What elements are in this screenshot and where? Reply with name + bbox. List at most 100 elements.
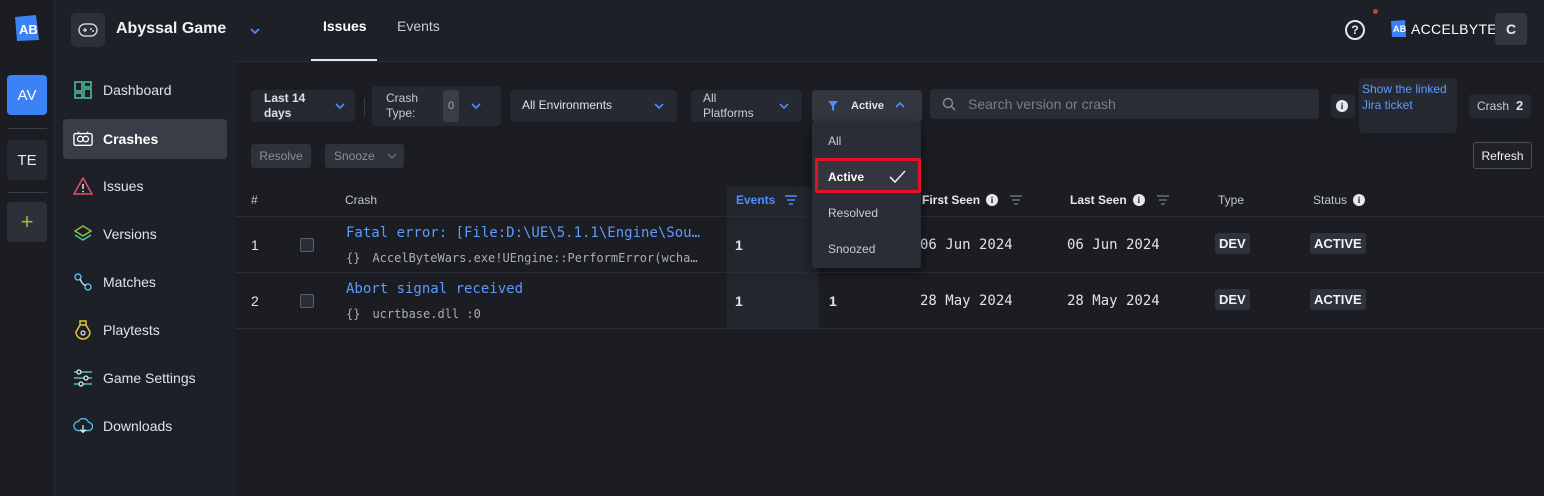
dropdown-option-resolved[interactable]: Resolved bbox=[828, 206, 878, 220]
game-name: Abyssal Game bbox=[116, 20, 227, 37]
crash-count: Crash 2 bbox=[1469, 94, 1531, 118]
divider bbox=[8, 192, 47, 193]
snooze-button[interactable]: Snooze bbox=[325, 144, 404, 168]
code-braces-icon: {} bbox=[346, 251, 361, 265]
matches-icon bbox=[73, 272, 93, 292]
divider bbox=[8, 128, 47, 129]
col-header-num: # bbox=[251, 193, 258, 207]
col-header-status-label: Status bbox=[1313, 193, 1348, 207]
dropdown-option-all[interactable]: All bbox=[828, 134, 841, 148]
sidebar-item-label: Versions bbox=[103, 226, 157, 242]
last-seen: 06 Jun 2024 bbox=[1067, 237, 1160, 253]
resolve-button[interactable]: Resolve bbox=[251, 144, 311, 168]
sidebar-item-crashes[interactable]: Crashes bbox=[63, 119, 227, 159]
sliders-icon bbox=[73, 368, 93, 388]
status-badge: ACTIVE bbox=[1310, 289, 1366, 310]
date-range-select[interactable]: Last 14 days bbox=[251, 90, 355, 122]
avatar[interactable]: C bbox=[1495, 13, 1527, 45]
workspace-rail: AB AV TE + bbox=[0, 0, 55, 496]
cloud-download-icon bbox=[73, 416, 93, 436]
sort-icon[interactable] bbox=[785, 195, 798, 205]
chevron-down-icon bbox=[654, 103, 664, 110]
chevron-down-icon bbox=[779, 103, 789, 110]
crash-type-count: 0 bbox=[443, 90, 459, 122]
search-input[interactable]: Search version or crash bbox=[930, 89, 1319, 119]
crash-type-label: Crash Type: bbox=[386, 91, 419, 120]
dropdown-option-snoozed[interactable]: Snoozed bbox=[828, 242, 875, 256]
top-bar: Issues Events ? AB ACCELBYTE C bbox=[235, 0, 1544, 62]
col-header-events[interactable]: Events bbox=[736, 193, 798, 207]
workspace-av-button[interactable]: AV bbox=[7, 75, 47, 115]
brand-name: ACCELBYTE bbox=[1411, 20, 1497, 37]
accelbyte-logo-icon[interactable]: AB bbox=[14, 14, 40, 42]
date-range-value: Last 14 days bbox=[264, 91, 306, 120]
jira-link-text[interactable]: Show the linked Jira ticket bbox=[1362, 81, 1452, 113]
sort-icon[interactable] bbox=[1156, 195, 1169, 205]
layers-icon bbox=[73, 224, 93, 244]
potion-icon bbox=[73, 320, 93, 340]
status-value: Active bbox=[851, 100, 885, 112]
active-tab-indicator bbox=[311, 59, 377, 61]
col-header-last-seen-label: Last Seen bbox=[1070, 193, 1127, 207]
sidebar-item-downloads[interactable]: Downloads bbox=[63, 406, 227, 446]
crash-subtitle: AccelByteWars.exe!UEngine::PerformError(… bbox=[372, 251, 698, 265]
crash-title-link[interactable]: Abort signal received bbox=[346, 281, 718, 297]
sidebar: Abyssal Game Dashboard Crashes Issues Ve… bbox=[55, 0, 235, 496]
col-header-status: Status i bbox=[1313, 193, 1366, 207]
workspace-te-button[interactable]: TE bbox=[7, 140, 47, 180]
game-selector[interactable]: Abyssal Game bbox=[55, 0, 235, 62]
crash-title-link[interactable]: Fatal error: [File:D:\UE\5.1.1\Engine\So… bbox=[346, 225, 718, 241]
sidebar-item-issues[interactable]: Issues bbox=[63, 166, 227, 206]
sidebar-item-playtests[interactable]: Playtests bbox=[63, 310, 227, 350]
svg-text:AB: AB bbox=[1393, 24, 1407, 34]
sidebar-item-label: Game Settings bbox=[103, 370, 196, 386]
first-seen: 06 Jun 2024 bbox=[920, 237, 1013, 253]
users-count: 1 bbox=[829, 293, 837, 309]
tab-issues[interactable]: Issues bbox=[323, 18, 367, 34]
info-icon: i bbox=[1353, 194, 1366, 206]
search-placeholder: Search version or crash bbox=[968, 96, 1116, 112]
col-header-last-seen[interactable]: Last Seen i bbox=[1070, 193, 1169, 207]
chevron-down-icon bbox=[335, 103, 345, 110]
table-row[interactable]: 2 Abort signal received {} ucrtbase.dll :… bbox=[235, 273, 1544, 329]
sidebar-item-label: Playtests bbox=[103, 322, 160, 338]
first-seen: 28 May 2024 bbox=[920, 293, 1013, 309]
svg-text:AB: AB bbox=[19, 22, 38, 37]
tab-events[interactable]: Events bbox=[397, 18, 440, 34]
status-select[interactable]: Active bbox=[812, 90, 922, 122]
col-header-crash: Crash bbox=[345, 193, 378, 207]
row-checkbox[interactable] bbox=[300, 238, 314, 252]
sort-icon[interactable] bbox=[1010, 195, 1023, 205]
notification-dot bbox=[1373, 9, 1378, 14]
row-checkbox[interactable] bbox=[300, 294, 314, 308]
sidebar-item-dashboard[interactable]: Dashboard bbox=[63, 70, 227, 110]
col-header-events-label: Events bbox=[736, 193, 776, 207]
info-icon: i bbox=[1331, 94, 1355, 118]
chevron-down-icon[interactable] bbox=[249, 23, 261, 41]
crash-type-select[interactable]: Crash Type: 0 bbox=[372, 86, 501, 126]
gamepad-icon bbox=[71, 13, 105, 47]
environment-select[interactable]: All Environments bbox=[510, 90, 677, 122]
crash-count-label: Crash bbox=[1477, 99, 1510, 113]
col-header-first-seen[interactable]: First Seen i bbox=[922, 193, 1023, 207]
refresh-button[interactable]: Refresh bbox=[1473, 142, 1532, 169]
type-badge: DEV bbox=[1215, 233, 1250, 254]
filter-icon bbox=[828, 101, 838, 111]
sidebar-item-matches[interactable]: Matches bbox=[63, 262, 227, 302]
help-icon[interactable]: ? bbox=[1345, 20, 1365, 40]
jira-link[interactable]: Show the linked Jira ticket bbox=[1359, 78, 1457, 133]
events-count: 1 bbox=[735, 293, 743, 309]
platform-value: All Platforms bbox=[703, 91, 754, 120]
dropdown-option-active-label: Active bbox=[828, 170, 865, 184]
crash-count-value: 2 bbox=[1516, 98, 1524, 113]
sidebar-item-versions[interactable]: Versions bbox=[63, 214, 227, 254]
environment-value: All Environments bbox=[522, 98, 613, 112]
dropdown-option-active[interactable]: Active bbox=[815, 158, 921, 193]
status-dropdown-menu: All Resolved Snoozed bbox=[812, 122, 921, 268]
status-badge: ACTIVE bbox=[1310, 233, 1366, 254]
sidebar-item-game-settings[interactable]: Game Settings bbox=[63, 358, 227, 398]
events-count: 1 bbox=[735, 237, 743, 253]
add-workspace-button[interactable]: + bbox=[7, 202, 47, 242]
row-number: 2 bbox=[251, 293, 259, 309]
platform-select[interactable]: All Platforms bbox=[691, 90, 802, 122]
